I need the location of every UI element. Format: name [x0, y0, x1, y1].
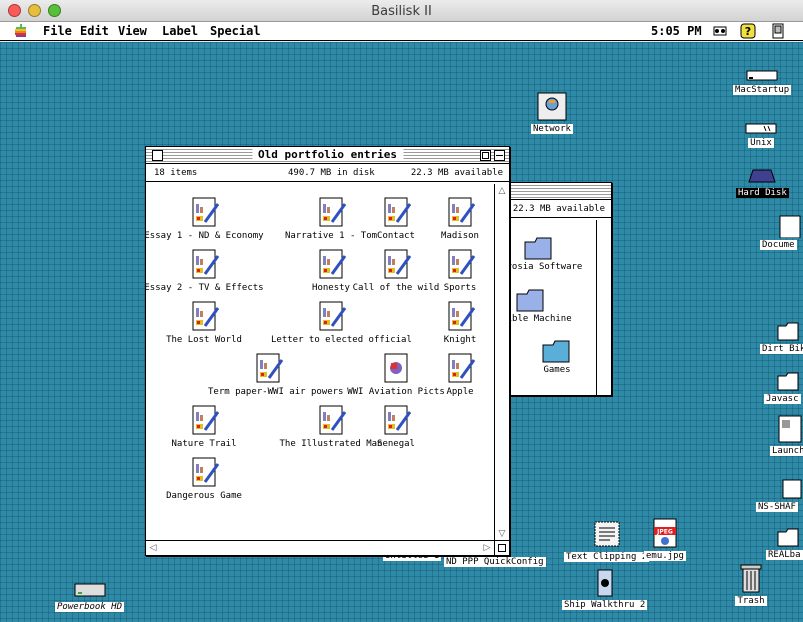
menu-view[interactable]: View	[118, 24, 147, 38]
file-item-label: Essay 1 - ND & Economy	[144, 231, 264, 241]
hard-disk-icon	[748, 169, 777, 183]
trash-desktop-icon[interactable]: Trash	[734, 560, 768, 606]
launcher-icon	[778, 415, 802, 443]
file-item-label: The Lost World	[166, 335, 242, 345]
folder-icon	[777, 372, 799, 391]
control-strip-icon[interactable]	[712, 23, 728, 39]
front-window-titlebar[interactable]: Old portfolio entries	[146, 147, 509, 164]
document-icon	[256, 353, 284, 383]
horizontal-scrollbar[interactable]: ◁ ▷	[146, 540, 494, 555]
disk-icon	[746, 70, 778, 81]
vertical-scrollbar[interactable]: △ ▽	[494, 184, 509, 541]
jpeg-icon: JPEG	[653, 518, 677, 548]
menu-file[interactable]: File	[43, 24, 72, 38]
document-icon	[448, 353, 476, 383]
disk-icon	[745, 123, 777, 134]
javasc-desktop-icon[interactable]: Javasc	[764, 370, 803, 404]
file-item[interactable]: Nature Trail	[144, 404, 264, 449]
menubar: File Edit View Label Special 5:05 PM ?	[0, 22, 803, 41]
hard-disk-desktop-icon[interactable]: Hard Disk	[736, 166, 789, 198]
front-window-info-bar: 18 items 490.7 MB in disk 22.3 MB availa…	[146, 164, 509, 182]
menu-edit[interactable]: Edit	[80, 24, 109, 38]
hard-disk-icon	[74, 583, 106, 597]
document-icon	[448, 301, 476, 331]
unix-desktop-icon[interactable]: Unix	[744, 120, 778, 148]
file-item[interactable]: Essay 1 - ND & Economy	[144, 196, 264, 241]
clipping-icon	[594, 521, 620, 547]
window-collapse-box[interactable]	[494, 150, 505, 161]
host-window-title: Basilisk II	[371, 4, 432, 19]
emu-desktop-icon[interactable]: JPEG emu.jpg	[644, 517, 686, 561]
items-count: 18 items	[154, 168, 198, 178]
document-icon	[448, 197, 476, 227]
document-icon	[192, 405, 220, 435]
realba-desktop-icon[interactable]: REALba	[766, 526, 803, 560]
folder-icon	[542, 340, 570, 363]
network-desktop-icon[interactable]: Network	[531, 92, 573, 134]
document-icon	[192, 301, 220, 331]
svg-text:?: ?	[745, 25, 751, 38]
help-icon[interactable]: ?	[740, 23, 756, 39]
menu-special[interactable]: Special	[210, 24, 261, 38]
document-icon	[384, 405, 412, 435]
file-item-label: Essay 2 - TV & Effects	[144, 283, 264, 293]
window-grow-box[interactable]	[494, 540, 509, 555]
jpeg-badge: JPEG	[656, 529, 673, 536]
scroll-up-arrow[interactable]: △	[495, 184, 509, 198]
window-close-box[interactable]	[152, 150, 163, 161]
file-list-area[interactable]: Essay 1 - ND & Economy Narrative 1 - Tom C…	[144, 184, 493, 539]
document-icon	[192, 197, 220, 227]
folder-icon	[777, 528, 799, 547]
menubar-clock[interactable]: 5:05 PM	[651, 24, 702, 38]
application-menu-icon[interactable]	[770, 23, 786, 39]
menu-label[interactable]: Label	[162, 24, 198, 38]
window-title: Old portfolio entries	[251, 148, 404, 161]
network-icon	[537, 92, 567, 121]
host-titlebar: Basilisk II	[0, 0, 803, 22]
file-item[interactable]: Essay 2 - TV & Effects	[144, 248, 264, 293]
file-item[interactable]: Dangerous Game	[144, 456, 264, 501]
file-item[interactable]: Term paper-WWI air powers	[208, 352, 344, 397]
front-finder-window[interactable]: Old portfolio entries 18 items 490.7 MB …	[144, 146, 510, 556]
document-icon	[192, 457, 220, 487]
desktop[interactable]: Network Untitled 1 ND PPP QuickConfig Te…	[0, 42, 803, 622]
file-item[interactable]: The Lost World	[144, 300, 264, 345]
file-item-label: Letter to elected official	[271, 335, 412, 345]
macstartup-desktop-icon[interactable]: MacStartup	[733, 67, 792, 95]
scroll-right-arrow[interactable]: ▷	[480, 541, 494, 555]
file-item-label: Dangerous Game	[166, 491, 242, 501]
folder-icon	[777, 322, 799, 341]
folder-icon	[524, 237, 552, 260]
app-icon	[782, 479, 802, 499]
trash-icon	[740, 564, 762, 593]
file-item-label: Term paper-WWI air powers	[208, 387, 344, 397]
document-icon	[779, 215, 801, 238]
file-item[interactable]: Letter to elected official	[271, 300, 412, 345]
file-item-label: Nature Trail	[171, 439, 237, 449]
text-clipping-desktop-icon[interactable]: Text Clipping 2	[564, 520, 650, 562]
file-item-label: Senegal	[377, 439, 415, 449]
dirt-bike-desktop-icon[interactable]: Dirt Bike	[760, 320, 803, 354]
window-zoom-box[interactable]	[480, 150, 491, 161]
document-icon	[192, 249, 220, 279]
file-item[interactable]: Senegal	[336, 404, 456, 449]
document-icon	[319, 301, 347, 331]
quicktime-icon	[597, 569, 613, 597]
scroll-down-arrow[interactable]: ▽	[495, 527, 509, 541]
powerbook-hd-desktop-icon[interactable]: Powerbook HD	[55, 580, 125, 612]
ship-walkthru-desktop-icon[interactable]: Ship Walkthru 2	[562, 568, 648, 610]
disk-usage: 490.7 MB in disk	[288, 168, 375, 178]
docume-desktop-icon[interactable]: Docume	[760, 214, 803, 250]
disk-available: 22.3 MB available	[410, 168, 503, 178]
launch-desktop-icon[interactable]: Launch	[770, 414, 803, 456]
ns-shaf-desktop-icon[interactable]: NS-SHAF	[756, 478, 803, 512]
document-icon	[448, 249, 476, 279]
apple-menu-icon[interactable]	[14, 24, 28, 38]
scroll-left-arrow[interactable]: ◁	[146, 541, 160, 555]
